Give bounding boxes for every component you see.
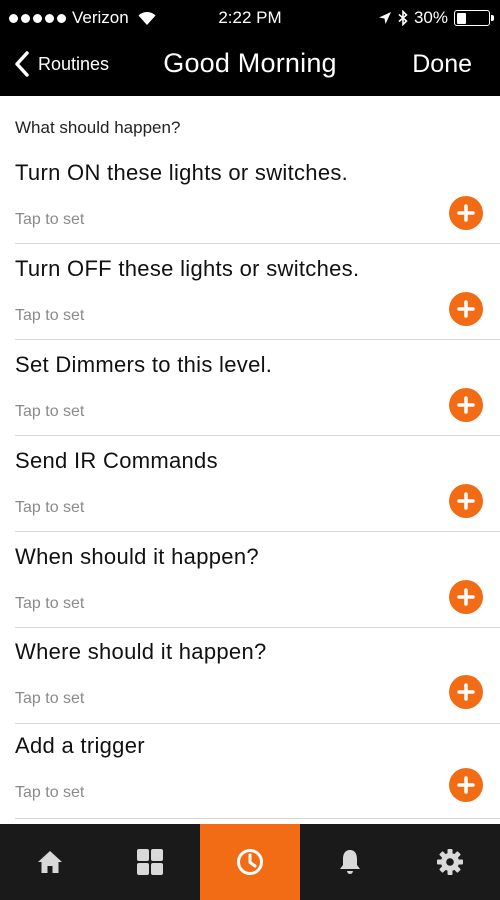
plus-icon <box>457 204 475 222</box>
plus-icon <box>457 492 475 510</box>
section-header: What should happen? <box>15 118 181 137</box>
done-button[interactable]: Done <box>412 50 472 79</box>
add-button[interactable] <box>449 388 483 422</box>
plus-icon <box>457 396 475 414</box>
status-right: 30% <box>378 8 494 28</box>
bell-icon <box>340 850 360 874</box>
location-arrow-icon <box>378 12 391 24</box>
row-title: When should it happen? <box>15 544 259 569</box>
tab-devices[interactable] <box>100 824 200 900</box>
row-subtitle: Tap to set <box>15 211 85 228</box>
tab-notifications[interactable] <box>300 824 400 900</box>
status-bar: Verizon 2:22 PM 30% <box>0 0 500 36</box>
row-title: Where should it happen? <box>15 639 267 664</box>
tab-bar <box>0 824 500 900</box>
plus-icon <box>457 300 475 318</box>
row-subtitle: Tap to set <box>15 403 85 420</box>
row-title: Set Dimmers to this level. <box>15 352 273 377</box>
row-title: Turn ON these lights or switches. <box>15 160 349 185</box>
routine-editor: What should happen? Turn ON these lights… <box>0 96 500 824</box>
add-button[interactable] <box>449 580 483 614</box>
plus-icon <box>457 776 475 794</box>
plus-icon <box>457 683 475 701</box>
plus-icon <box>457 588 475 606</box>
row-subtitle: Tap to set <box>15 499 85 516</box>
row-turn-on[interactable]: Turn ON these lights or switches. Tap to… <box>0 148 500 244</box>
row-subtitle: Tap to set <box>15 595 85 612</box>
tab-settings[interactable] <box>400 824 500 900</box>
row-add-trigger[interactable]: Add a trigger Tap to set <box>0 723 500 819</box>
clock-icon <box>237 849 263 875</box>
row-subtitle: Tap to set <box>15 307 85 324</box>
bluetooth-icon <box>398 10 408 26</box>
add-button[interactable] <box>449 484 483 518</box>
row-subtitle: Tap to set <box>15 784 85 801</box>
row-where[interactable]: Where should it happen? Tap to set <box>0 628 500 724</box>
row-when[interactable]: When should it happen? Tap to set <box>0 532 500 628</box>
home-icon <box>38 851 62 873</box>
battery-percent: 30% <box>413 8 448 27</box>
row-turn-off[interactable]: Turn OFF these lights or switches. Tap t… <box>0 244 500 340</box>
navigation-bar: Routines Good Morning Done <box>0 36 500 96</box>
add-button[interactable] <box>449 196 483 230</box>
tab-home[interactable] <box>0 824 100 900</box>
row-title: Add a trigger <box>15 733 145 758</box>
grid-icon <box>137 849 163 875</box>
row-divider <box>15 818 500 819</box>
gear-icon <box>437 849 463 875</box>
add-button[interactable] <box>449 292 483 326</box>
top-bar: Verizon 2:22 PM 30% Routines Good Mornin… <box>0 0 500 96</box>
tab-routines[interactable] <box>200 824 300 900</box>
battery-icon <box>454 10 494 26</box>
row-title: Send IR Commands <box>15 448 218 473</box>
row-send-ir-commands[interactable]: Send IR Commands Tap to set <box>0 436 500 532</box>
row-set-dimmers[interactable]: Set Dimmers to this level. Tap to set <box>0 340 500 436</box>
row-title: Turn OFF these lights or switches. <box>15 256 360 281</box>
battery-fill <box>456 12 466 24</box>
add-button[interactable] <box>449 675 483 709</box>
add-button[interactable] <box>449 768 483 802</box>
row-subtitle: Tap to set <box>15 690 85 707</box>
